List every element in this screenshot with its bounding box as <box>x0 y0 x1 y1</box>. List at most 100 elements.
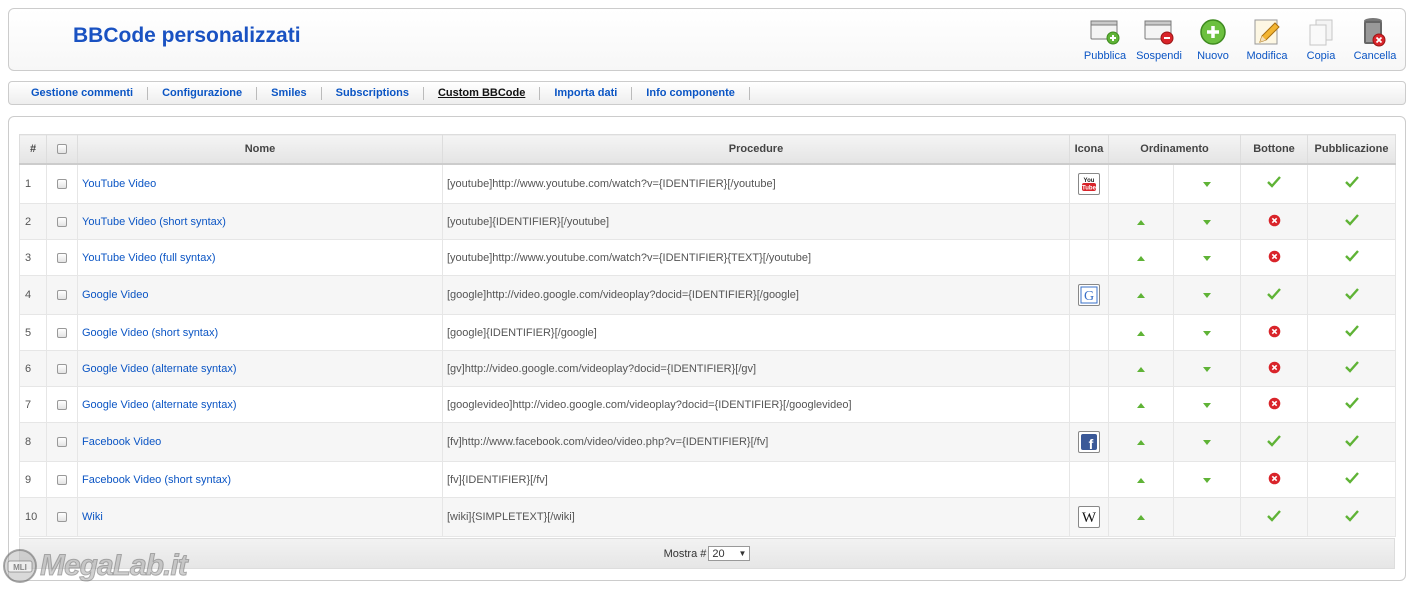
row-select-cell <box>46 461 78 498</box>
row-checkbox[interactable] <box>57 474 67 485</box>
row-checkbox[interactable] <box>57 363 67 374</box>
cross-icon[interactable] <box>1268 472 1281 488</box>
check-icon[interactable] <box>1344 214 1359 229</box>
select-all-checkbox[interactable] <box>57 143 67 154</box>
header-procedure[interactable]: Procedure <box>442 134 1070 165</box>
icon-cell <box>1069 314 1109 351</box>
row-checkbox[interactable] <box>57 290 67 301</box>
limit-select[interactable]: 20 ▼ <box>708 546 751 561</box>
move-down-arrow-icon[interactable] <box>1203 477 1211 483</box>
check-icon[interactable] <box>1344 434 1359 450</box>
check-icon[interactable] <box>1344 250 1359 265</box>
move-down-arrow-icon[interactable] <box>1203 366 1211 372</box>
cross-icon[interactable] <box>1268 250 1281 266</box>
check-icon[interactable] <box>1344 176 1359 191</box>
check-icon[interactable] <box>1344 325 1359 340</box>
copy-button[interactable]: Copia <box>1297 16 1345 62</box>
bbcode-name-link[interactable]: YouTube Video <box>82 178 156 190</box>
bbcode-name-link[interactable]: Google Video (alternate syntax) <box>82 363 237 375</box>
check-icon[interactable] <box>1267 287 1281 303</box>
order-up-cell <box>1108 497 1174 537</box>
tab-custom-bbcode[interactable]: Custom BBCode <box>424 86 541 100</box>
tab-gestione-commenti[interactable]: Gestione commenti <box>17 86 149 100</box>
check-icon[interactable] <box>1267 434 1281 450</box>
bbcode-name-link[interactable]: YouTube Video (short syntax) <box>82 216 226 228</box>
move-up-arrow-icon[interactable] <box>1137 255 1145 261</box>
check-icon[interactable] <box>1267 176 1281 191</box>
check-icon[interactable] <box>1344 397 1359 412</box>
check-icon[interactable] <box>1344 287 1359 303</box>
move-up-arrow-icon[interactable] <box>1137 515 1145 520</box>
row-checkbox[interactable] <box>57 437 67 448</box>
check-icon[interactable] <box>1267 509 1281 525</box>
bbcode-name-link[interactable]: YouTube Video (full syntax) <box>82 252 216 264</box>
bbcode-name-link[interactable]: Google Video (alternate syntax) <box>82 399 237 411</box>
order-up-cell <box>1108 422 1174 462</box>
move-down-arrow-icon[interactable] <box>1203 440 1211 445</box>
watermark-badge: MLI <box>13 563 27 572</box>
cross-icon[interactable] <box>1268 361 1281 377</box>
tab-info-componente[interactable]: Info componente <box>632 86 750 100</box>
published-toggle-cell <box>1307 203 1397 240</box>
bbcode-name-link[interactable]: Google Video (short syntax) <box>82 327 218 339</box>
cross-icon[interactable] <box>1268 397 1281 413</box>
row-number: 6 <box>19 350 47 387</box>
order-up-cell <box>1108 275 1174 315</box>
tab-configurazione[interactable]: Configurazione <box>148 86 258 100</box>
unpublish-button[interactable]: Sospendi <box>1135 16 1183 62</box>
check-icon[interactable] <box>1344 472 1359 487</box>
move-up-arrow-icon[interactable] <box>1137 293 1145 298</box>
row-checkbox[interactable] <box>57 512 67 523</box>
move-up-arrow-icon[interactable] <box>1137 366 1145 372</box>
tab-importa-dati[interactable]: Importa dati <box>540 86 633 100</box>
check-icon[interactable] <box>1344 361 1359 376</box>
move-down-arrow-icon[interactable] <box>1203 402 1211 408</box>
name-cell: Google Video (short syntax) <box>77 314 443 351</box>
name-cell: YouTube Video (short syntax) <box>77 203 443 240</box>
button-toggle-cell <box>1240 163 1309 204</box>
bbcode-name-link[interactable]: Facebook Video <box>82 436 161 448</box>
move-up-arrow-icon[interactable] <box>1137 219 1145 225</box>
button-toggle-cell <box>1240 497 1309 537</box>
row-select-cell <box>46 203 78 240</box>
cross-icon[interactable] <box>1268 325 1281 341</box>
move-up-arrow-icon[interactable] <box>1137 477 1145 483</box>
delete-button[interactable]: Cancella <box>1351 16 1399 62</box>
megalab-logo-icon: MLI <box>3 549 37 583</box>
row-checkbox[interactable] <box>57 178 67 189</box>
button-toggle-cell <box>1240 239 1309 276</box>
order-down-cell <box>1172 275 1242 315</box>
order-down-cell <box>1172 163 1242 204</box>
limit-select-value: 20 <box>712 547 725 560</box>
move-down-arrow-icon[interactable] <box>1203 181 1211 187</box>
bbcode-name-link[interactable]: Google Video <box>82 289 148 301</box>
edit-button[interactable]: Modifica <box>1243 16 1291 62</box>
new-button[interactable]: Nuovo <box>1189 16 1237 62</box>
bbcode-name-link[interactable]: Facebook Video (short syntax) <box>82 474 231 486</box>
row-checkbox[interactable] <box>57 216 67 227</box>
watermark-text: MegaLab.it <box>40 549 189 583</box>
order-up-cell <box>1108 239 1174 276</box>
publish-button[interactable]: Pubblica <box>1081 16 1129 62</box>
header-button[interactable]: Bottone <box>1240 134 1309 165</box>
move-down-arrow-icon[interactable] <box>1203 330 1211 336</box>
bbcode-name-link[interactable]: Wiki <box>82 511 103 523</box>
move-up-arrow-icon[interactable] <box>1137 440 1145 445</box>
name-cell: YouTube Video <box>77 163 443 204</box>
row-checkbox[interactable] <box>57 252 67 263</box>
cross-icon[interactable] <box>1268 214 1281 230</box>
tab-smiles[interactable]: Smiles <box>257 86 322 100</box>
table-row: 8 Facebook Video [fv]http://www.facebook.c… <box>19 422 1397 462</box>
row-checkbox[interactable] <box>57 327 67 338</box>
move-up-arrow-icon[interactable] <box>1137 402 1145 408</box>
move-up-arrow-icon[interactable] <box>1137 330 1145 336</box>
tab-subscriptions[interactable]: Subscriptions <box>322 86 424 100</box>
move-down-arrow-icon[interactable] <box>1203 219 1211 225</box>
header-published[interactable]: Pubblicazione <box>1307 134 1397 165</box>
move-down-arrow-icon[interactable] <box>1203 293 1211 298</box>
move-down-arrow-icon[interactable] <box>1203 255 1211 261</box>
row-checkbox[interactable] <box>57 399 67 410</box>
header-order[interactable]: Ordinamento <box>1107 134 1242 165</box>
header-name[interactable]: Nome <box>77 134 443 165</box>
check-icon[interactable] <box>1344 509 1359 525</box>
